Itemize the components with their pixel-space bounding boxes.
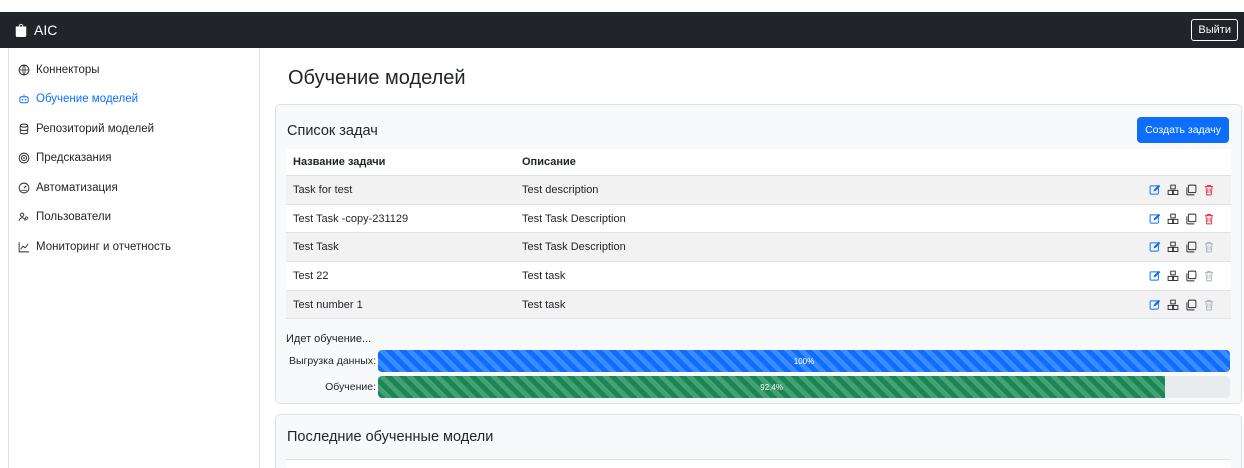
task-name: Test Task -copy-231129	[293, 212, 409, 225]
progress-bar-training: 92.4%	[378, 376, 1230, 398]
boxes-icon[interactable]	[1167, 213, 1179, 225]
recent-models-card: Последние обученные модели	[275, 414, 1242, 468]
progress-text: 92.4%	[760, 382, 783, 392]
sidebar-item-label: Обучение моделей	[36, 93, 139, 106]
task-name: Test Task	[293, 241, 339, 254]
sidebar-item-label: Автоматизация	[36, 181, 118, 194]
globe-icon	[17, 63, 30, 76]
copy-icon[interactable]	[1185, 184, 1197, 196]
table-row[interactable]: Test Task Test Task Description	[286, 233, 1231, 263]
task-description: Test task	[522, 269, 566, 282]
training-status: Идет обучение...	[286, 333, 372, 345]
task-name: Test 22	[293, 269, 329, 282]
sidebar-item-model-training[interactable]: Обучение моделей	[9, 85, 259, 115]
trash-icon	[1203, 299, 1215, 311]
sidebar-item-label: Мониторинг и отчетность	[36, 240, 172, 253]
trash-icon	[1203, 241, 1215, 253]
page-title: Обучение моделей	[288, 67, 466, 89]
sidebar: Коннекторы Обучение моделей Репозиторий …	[8, 48, 260, 468]
progress-fill: 92.4%	[378, 376, 1166, 398]
tasks-table: Название задачи Описание Task for test T…	[286, 149, 1231, 320]
sidebar-item-model-repository[interactable]: Репозиторий моделей	[9, 114, 259, 144]
progress-bar-upload: 100%	[378, 350, 1230, 372]
edit-icon[interactable]	[1149, 213, 1161, 225]
table-row[interactable]: Task for test Test description	[286, 176, 1231, 205]
boxes-icon[interactable]	[1167, 241, 1179, 253]
target-icon	[17, 152, 30, 165]
progress-label: Обучение:	[325, 381, 376, 393]
copy-icon[interactable]	[1185, 270, 1197, 282]
edit-icon[interactable]	[1149, 270, 1161, 282]
recent-models-table	[286, 459, 1231, 468]
users-icon	[17, 211, 30, 224]
task-name: Test number 1	[293, 298, 363, 311]
progress-text: 100%	[793, 356, 815, 366]
table-row[interactable]: Test number 1 Test task	[286, 290, 1231, 320]
logout-button[interactable]: Выйти	[1191, 19, 1238, 41]
database-icon	[17, 122, 30, 135]
gauge-icon	[17, 181, 30, 194]
sidebar-item-label: Предсказания	[36, 152, 112, 165]
edit-icon[interactable]	[1149, 299, 1161, 311]
sidebar-item-predictions[interactable]: Предсказания	[9, 144, 259, 174]
sidebar-item-users[interactable]: Пользователи	[9, 203, 259, 233]
progress-label: Выгрузка данных:	[288, 355, 376, 367]
copy-icon[interactable]	[1185, 241, 1197, 253]
create-task-button[interactable]: Создать задачу	[1137, 117, 1229, 143]
task-description: Test task	[522, 298, 566, 311]
top-navbar: AIC Выйти	[0, 12, 1244, 48]
sidebar-item-connectors[interactable]: Коннекторы	[9, 55, 259, 85]
table-row[interactable]: Test Task -copy-231129 Test Task Descrip…	[286, 204, 1231, 234]
sidebar-item-automation[interactable]: Автоматизация	[9, 173, 259, 203]
training-progress: Идет обучение... Выгрузка данных: 100% О…	[286, 333, 1231, 399]
column-header-name: Название задачи	[293, 156, 386, 168]
edit-icon[interactable]	[1149, 184, 1161, 196]
progress-fill: 100%	[378, 350, 1230, 372]
boxes-icon[interactable]	[1167, 184, 1179, 196]
bag-icon	[15, 23, 27, 37]
robot-icon	[17, 93, 30, 106]
boxes-icon[interactable]	[1167, 299, 1179, 311]
recent-models-title: Последние обученные модели	[287, 429, 494, 445]
task-name: Task for test	[293, 183, 353, 196]
sidebar-item-label: Коннекторы	[36, 63, 100, 76]
brand-title: AIC	[34, 22, 58, 38]
chart-icon	[17, 240, 30, 253]
task-description: Test Task Description	[522, 212, 626, 225]
tasks-card: Список задач Создать задачу Название зад…	[275, 104, 1242, 404]
copy-icon[interactable]	[1185, 213, 1197, 225]
task-description: Test Task Description	[522, 241, 626, 254]
table-header: Название задачи Описание	[286, 149, 1231, 176]
progress-row-training: Обучение: 92.4%	[286, 375, 1231, 399]
trash-icon[interactable]	[1203, 184, 1215, 196]
trash-icon	[1203, 270, 1215, 282]
copy-icon[interactable]	[1185, 299, 1197, 311]
edit-icon[interactable]	[1149, 241, 1161, 253]
table-row[interactable]: Test 22 Test task	[286, 262, 1231, 291]
sidebar-item-monitoring[interactable]: Мониторинг и отчетность	[9, 232, 259, 262]
task-description: Test description	[522, 183, 599, 196]
boxes-icon[interactable]	[1167, 270, 1179, 282]
column-header-description: Описание	[522, 156, 576, 168]
sidebar-item-label: Пользователи	[36, 211, 112, 224]
brand[interactable]: AIC	[14, 22, 57, 38]
sidebar-item-label: Репозиторий моделей	[36, 122, 155, 135]
progress-row-upload: Выгрузка данных: 100%	[286, 349, 1231, 373]
trash-icon[interactable]	[1203, 213, 1215, 225]
tasks-card-title: Список задач	[287, 123, 378, 139]
